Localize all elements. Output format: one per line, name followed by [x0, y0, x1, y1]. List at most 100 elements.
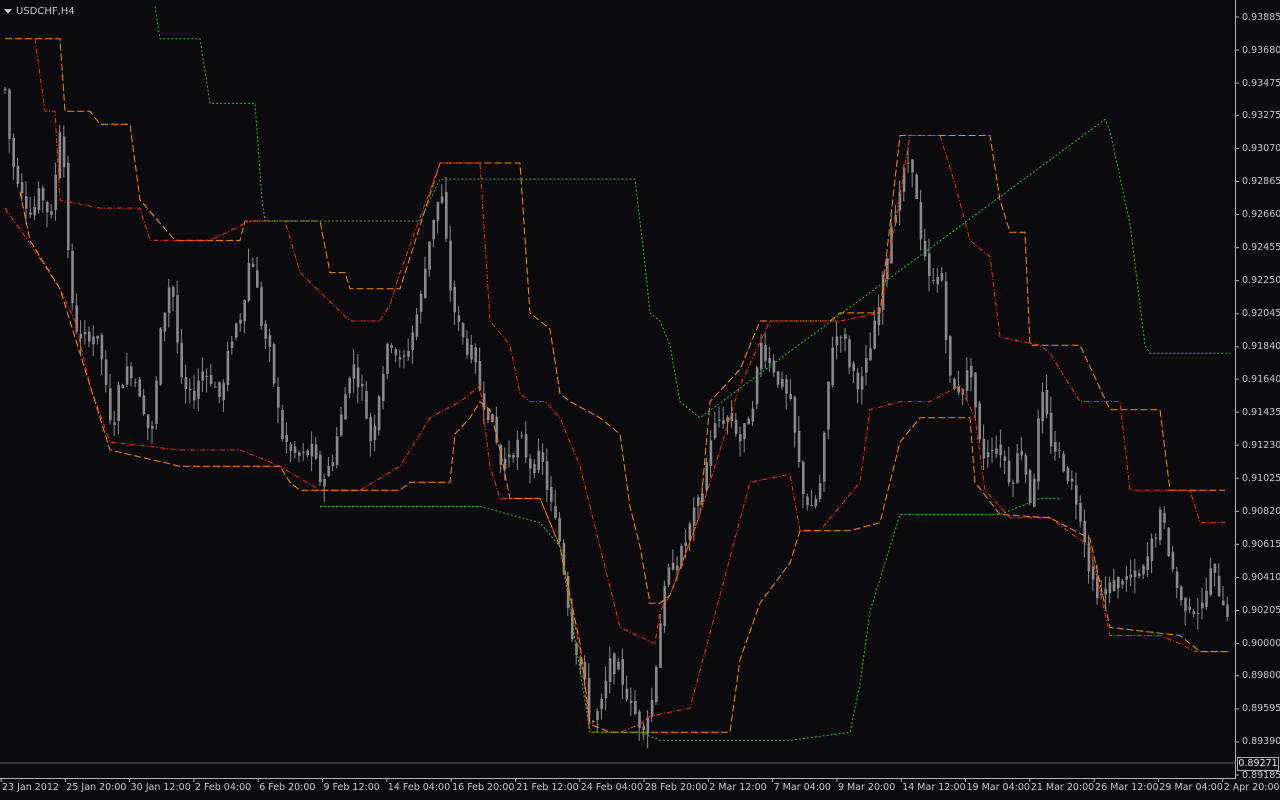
- candle-body: [713, 423, 717, 438]
- candle-body: [1138, 573, 1141, 577]
- candle-body: [184, 377, 188, 390]
- candle-body: [940, 273, 944, 281]
- chart-menu-icon[interactable]: [4, 9, 12, 14]
- candle-body: [970, 365, 973, 378]
- candle-body: [33, 206, 36, 216]
- candle-body: [319, 454, 322, 483]
- candle-body: [621, 659, 624, 685]
- candle-body: [327, 465, 330, 476]
- candle-body: [125, 366, 129, 385]
- candle-body: [1012, 482, 1015, 484]
- chart-window[interactable]: USDCHF,H4 0.93885 0.93680 0.93475 0.93275 0.…: [0, 0, 1280, 800]
- candle-body: [29, 212, 32, 215]
- candle-body: [176, 295, 179, 343]
- candle-body: [445, 191, 448, 239]
- candle-body: [1066, 467, 1070, 482]
- candle-body: [982, 438, 986, 459]
- candle-body: [1117, 576, 1120, 589]
- date-label: 14 Feb 04:00: [387, 782, 451, 793]
- date-label: 9 Mar 20:00: [837, 782, 896, 793]
- candle-body: [734, 419, 738, 435]
- candle-body: [58, 132, 62, 179]
- candle-body: [550, 486, 553, 502]
- candle-body: [302, 451, 305, 453]
- date-label: 23 Jan 2012: [2, 782, 59, 793]
- candle-body: [239, 319, 242, 324]
- candle-body: [873, 320, 876, 349]
- candle-body: [688, 523, 692, 540]
- candle-body: [340, 414, 343, 436]
- candle-body: [230, 341, 234, 348]
- candle-body: [1112, 580, 1116, 592]
- candle-body: [1091, 566, 1095, 580]
- candle-body: [293, 446, 297, 453]
- candle-body: [1217, 575, 1221, 597]
- candle-body: [869, 348, 872, 361]
- price-label: 0.91230: [1242, 439, 1280, 451]
- candle-body: [877, 306, 881, 326]
- candle-body: [600, 698, 603, 710]
- price-label: 0.90615: [1242, 538, 1280, 550]
- candle-body: [915, 174, 918, 199]
- candle-body: [113, 422, 116, 425]
- candle-body: [1184, 598, 1187, 612]
- candle-body: [776, 371, 780, 385]
- candle-body: [1104, 588, 1107, 595]
- date-label: 21 Mar 20:00: [1030, 782, 1095, 793]
- candle-body: [1150, 538, 1154, 561]
- chart-title[interactable]: USDCHF,H4: [4, 4, 75, 18]
- candle-body: [415, 314, 419, 337]
- candle-body: [1171, 551, 1175, 570]
- candle-body: [411, 332, 414, 350]
- candle-body: [193, 390, 196, 401]
- price-label: 0.93070: [1242, 142, 1280, 154]
- candle-body: [671, 562, 675, 570]
- candle-body: [25, 196, 28, 209]
- candle-body: [461, 323, 465, 338]
- candle-body: [12, 137, 15, 168]
- date-label: 28 Feb 20:00: [645, 782, 708, 793]
- price-label: 0.91840: [1242, 341, 1280, 353]
- candle-body: [226, 351, 230, 385]
- candle-body: [537, 450, 540, 471]
- candle-body: [277, 386, 280, 408]
- candle-body: [1033, 478, 1036, 507]
- candle-body: [335, 436, 339, 465]
- candle-body: [20, 182, 24, 194]
- candle-body: [235, 323, 238, 338]
- candle-body: [214, 386, 217, 388]
- candle-body: [907, 162, 910, 164]
- candle-body: [974, 372, 977, 408]
- candle-body: [932, 280, 935, 282]
- candle-body: [663, 586, 666, 627]
- price-chart-canvas[interactable]: [0, 0, 1280, 800]
- candle-body: [453, 287, 456, 313]
- candle-body: [1083, 520, 1086, 543]
- price-label: 0.93275: [1242, 109, 1280, 121]
- candle-body: [629, 700, 633, 704]
- date-label: 7 Mar 04:00: [773, 782, 831, 793]
- candle-body: [596, 711, 599, 720]
- candle-body: [1142, 565, 1145, 575]
- candle-body: [449, 240, 452, 291]
- candle-body: [394, 349, 398, 356]
- candle-body: [1028, 470, 1032, 503]
- candle-body: [516, 439, 519, 458]
- candle-body: [205, 375, 209, 377]
- candle-body: [142, 395, 146, 415]
- candle-body: [155, 380, 158, 424]
- candle-body: [62, 136, 66, 168]
- candle-body: [306, 450, 309, 456]
- candle-body: [1016, 453, 1019, 483]
- candle-body: [831, 347, 834, 386]
- candle-body: [793, 396, 797, 433]
- candle-body: [264, 323, 267, 339]
- candle-body: [138, 379, 141, 397]
- candle-body: [919, 202, 923, 240]
- candle-body: [1196, 613, 1200, 615]
- candle-body: [487, 408, 490, 421]
- candle-body: [369, 417, 372, 442]
- candle-body: [256, 270, 259, 288]
- date-label: 14 Mar 12:00: [902, 782, 966, 793]
- candle-body: [1062, 454, 1065, 472]
